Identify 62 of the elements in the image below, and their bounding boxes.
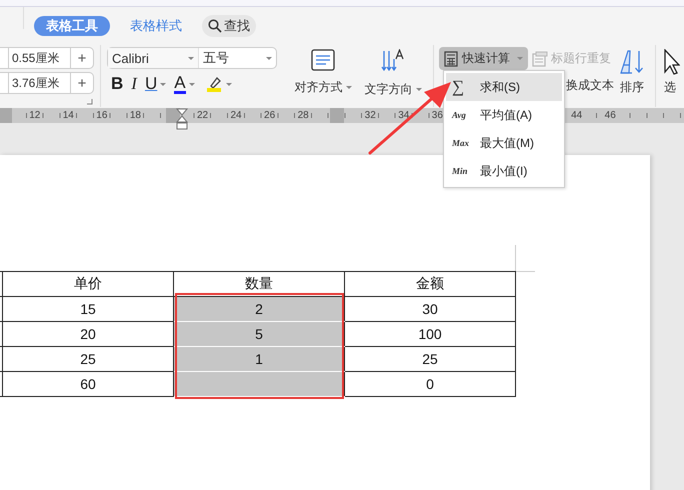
calculator-icon (444, 50, 458, 66)
column-header: 单价 (2, 272, 174, 296)
ruler-number: 46 (604, 110, 617, 122)
align-button[interactable]: 对齐方式 (293, 45, 353, 107)
ruler-margin-handle[interactable] (0, 108, 12, 123)
pointer-icon (664, 49, 680, 75)
highlighter-icon (204, 76, 223, 92)
menu-icon: Avg (452, 110, 478, 120)
decrease-button[interactable] (0, 47, 9, 69)
menu-item[interactable]: ∑ 求和(S) (446, 73, 562, 101)
ruler-number: 18 (128, 110, 142, 122)
table-cell: 5 (174, 322, 344, 346)
decrease-button[interactable] (0, 72, 9, 94)
table-cell: 25 (344, 346, 516, 372)
ruler-number: 32 (364, 110, 377, 122)
table-cell: 25 (2, 346, 174, 372)
select-button[interactable]: 选 (664, 45, 684, 107)
convert-to-text-button[interactable]: 换成文本 (566, 77, 614, 94)
menu-icon: Max (452, 138, 478, 148)
menu-item[interactable]: Max 最大值(M) (446, 129, 562, 157)
table-cell: 15 (2, 296, 174, 322)
ruler-number: 26 (263, 110, 276, 122)
table-cell: 30 (344, 296, 516, 322)
font-name-dropdown[interactable]: Calibri (108, 48, 199, 68)
sort-icon (619, 49, 645, 75)
underline-button[interactable]: U (144, 74, 158, 94)
quick-calc-button[interactable]: 快速计算 (439, 47, 528, 70)
italic-button[interactable]: I (131, 74, 137, 94)
search-button[interactable]: 查找 (202, 15, 256, 37)
column-header: 数量 (174, 272, 344, 296)
font-color-button[interactable]: A (174, 74, 186, 94)
menu-icon: Min (452, 166, 478, 176)
table-cell: 20 (2, 322, 174, 346)
corner-icon (87, 99, 93, 105)
ruler-number: 16 (95, 110, 108, 122)
align-icon (311, 49, 335, 71)
font-size-dropdown[interactable]: 五号 (199, 48, 276, 68)
sort-button[interactable]: 排序 (617, 45, 647, 107)
table-cell: 0 (344, 372, 516, 396)
table-header-icon (532, 50, 548, 66)
ruler-number: 36 (430, 110, 444, 122)
search-icon (208, 19, 222, 33)
tab[interactable]: 表格样式 (118, 16, 194, 36)
table-cell: 1 (174, 346, 344, 372)
text-direction-button[interactable]: 文字方向 (363, 45, 423, 107)
table-cell: 60 (2, 372, 174, 396)
text-direction-icon (381, 49, 405, 73)
menu-item[interactable]: Avg 平均值(A) (446, 101, 562, 129)
ruler-margin-handle[interactable] (330, 108, 344, 123)
ruler-number: 34 (397, 110, 410, 122)
table-cell: 100 (344, 322, 516, 346)
size-field[interactable]: 0.55厘米 (9, 47, 71, 69)
table-cell: 2 (174, 296, 344, 322)
size-field[interactable]: 3.76厘米 (9, 72, 71, 94)
menu-item[interactable]: Min 最小值(I) (446, 157, 562, 185)
increase-button[interactable]: + (71, 47, 94, 69)
column-header: 金额 (344, 272, 516, 296)
ruler-margin-handle[interactable] (166, 108, 180, 123)
ruler-number: 28 (296, 110, 310, 122)
increase-button[interactable]: + (71, 72, 94, 94)
menu-icon: ∑ (452, 77, 478, 97)
bold-button[interactable]: B (111, 74, 124, 94)
